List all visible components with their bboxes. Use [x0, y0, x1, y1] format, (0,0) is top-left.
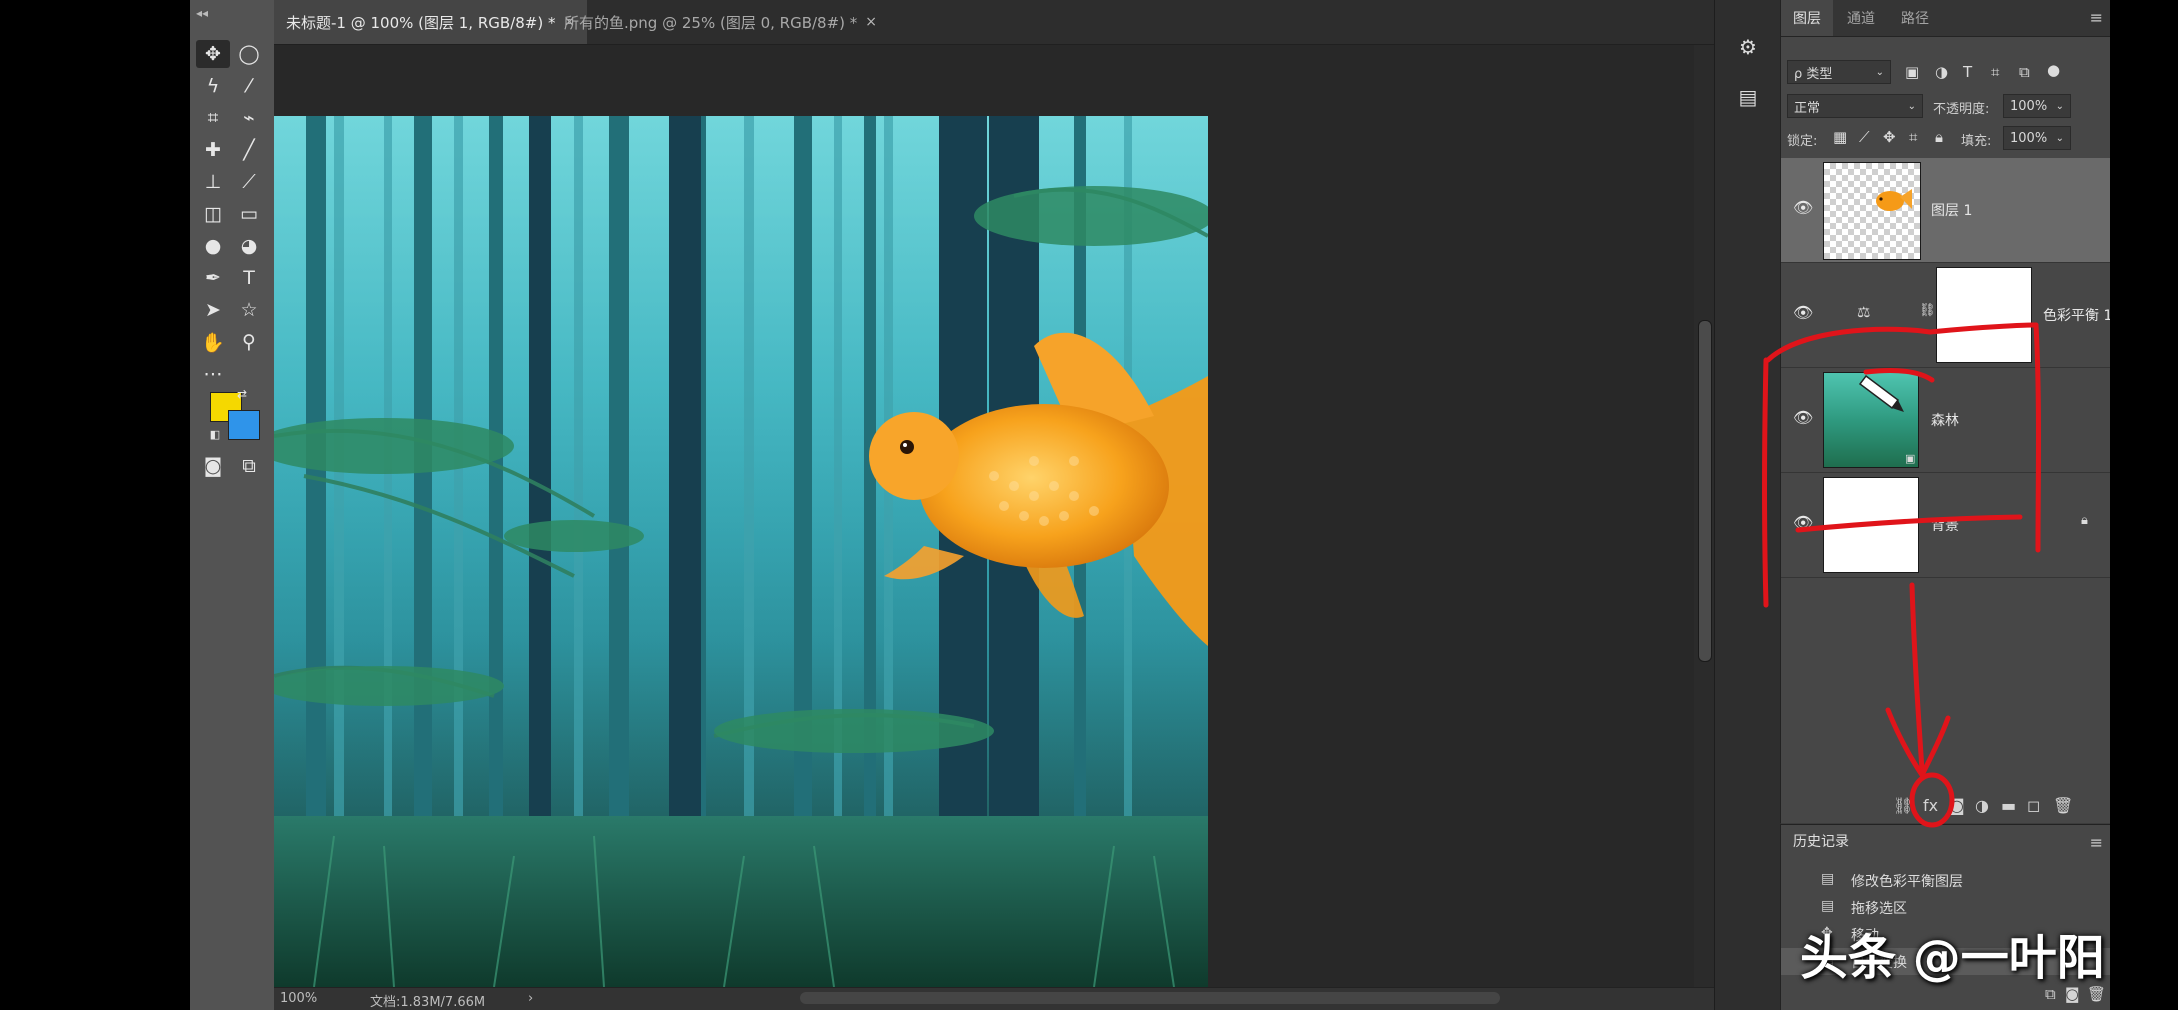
watermark: 头条 @一叶阳	[1800, 930, 2105, 986]
cursor-icon	[1858, 374, 1904, 412]
annotation-overlay	[1762, 322, 2041, 828]
